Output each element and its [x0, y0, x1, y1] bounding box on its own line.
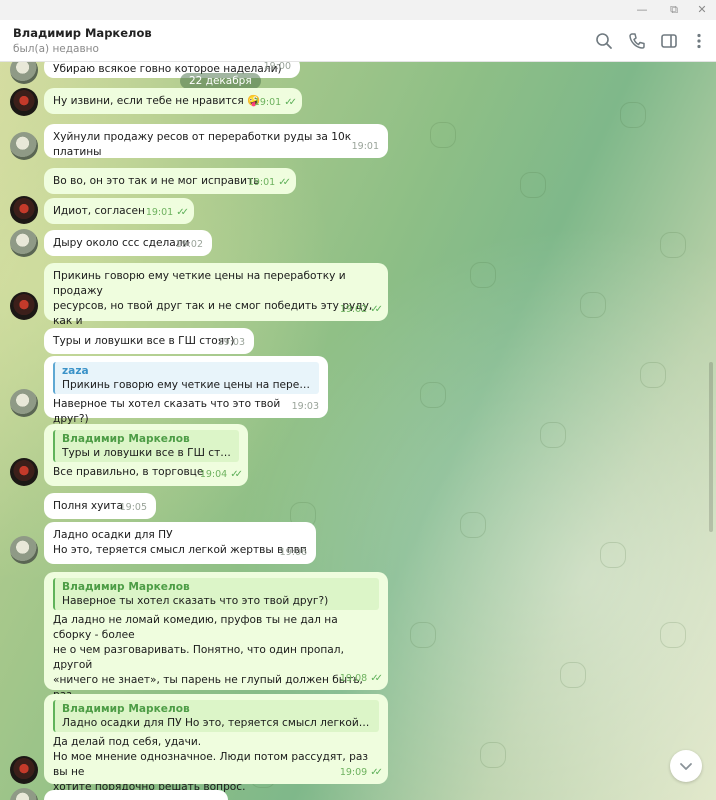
read-check-icon: ✓✓	[230, 469, 243, 480]
message-time: 19:05	[119, 502, 147, 513]
message-time: 19:09 ✓✓	[339, 767, 383, 778]
chat-history[interactable]: Убираю всякое говно которое наделали) 19…	[0, 62, 716, 800]
maximize-button[interactable]: ⧉	[664, 2, 684, 18]
avatar[interactable]	[10, 88, 38, 116]
message-bubble[interactable]: Хуйнули продажу ресов от переработки руд…	[44, 124, 388, 158]
reply-author: Владимир Маркелов	[62, 433, 190, 445]
message-time: 19:02 ✓✓	[339, 304, 383, 315]
read-check-icon: ✓✓	[278, 177, 291, 188]
message-time: 19:02	[175, 239, 203, 250]
chat-header[interactable]: Владимир Маркелов был(а) недавно	[0, 20, 716, 62]
message-time: 19:01	[351, 141, 379, 152]
reply-quote[interactable]: Владимир Маркелов Наверное ты хотел сказ…	[53, 578, 379, 610]
message-bubble[interactable]: Владимир Маркелов Наверное ты хотел сказ…	[44, 572, 388, 746]
read-check-icon: ✓✓	[176, 207, 189, 218]
phone-icon[interactable]	[627, 31, 647, 51]
message-time: 19:06	[279, 547, 307, 558]
avatar[interactable]	[10, 132, 38, 160]
message-time: 19:00	[263, 62, 291, 72]
message-time: 19:03	[291, 401, 319, 412]
window-titlebar: — ⧉ ✕	[0, 0, 716, 20]
message-bubble[interactable]: Убираю всякое говно которое наделали) 19…	[44, 62, 300, 78]
message-bubble[interactable]: Полня хуита 19:05	[44, 493, 156, 519]
message-bubble[interactable]: Во во, он это так и не мог исправить 19:…	[44, 168, 296, 194]
message-bubble[interactable]	[44, 790, 228, 800]
avatar[interactable]	[10, 389, 38, 417]
message-bubble[interactable]: Дыру около ссс сделали 19:02	[44, 230, 212, 256]
contact-status: был(а) недавно	[13, 43, 99, 55]
avatar[interactable]	[10, 756, 38, 784]
avatar[interactable]	[10, 292, 38, 320]
reply-quote[interactable]: Владимир Маркелов Ладно осадки для ПУ Но…	[53, 700, 379, 732]
minimize-button[interactable]: —	[632, 2, 652, 18]
message-bubble[interactable]: Владимир Маркелов Туры и ловушки все в Г…	[44, 424, 248, 486]
message-bubble[interactable]: zaza Прикинь говорю ему четкие цены на п…	[44, 356, 328, 425]
sidebar-panel-icon[interactable]	[659, 31, 679, 51]
reply-text: Туры и ловушки все в ГШ стоят)	[62, 447, 232, 459]
message-text: Туры и ловушки все в ГШ стоят)	[53, 335, 235, 347]
message-time: 19:03	[217, 337, 245, 348]
read-check-icon: ✓✓	[370, 304, 383, 315]
message-bubble[interactable]: Туры и ловушки все в ГШ стоят) 19:03	[44, 328, 254, 354]
message-bubble[interactable]: Прикинь говорю ему четкие цены на перера…	[44, 263, 388, 342]
chat-scrollbar[interactable]	[709, 362, 713, 532]
search-icon[interactable]	[594, 31, 614, 51]
read-check-icon: ✓✓	[370, 673, 383, 684]
reply-author: zaza	[62, 365, 89, 377]
close-button[interactable]: ✕	[692, 2, 712, 18]
message-bubble[interactable]: Идиот, согласен 19:01 ✓✓	[44, 198, 194, 224]
read-check-icon: ✓✓	[284, 97, 297, 108]
message-time: 19:08 ✓✓	[339, 673, 383, 684]
read-check-icon: ✓✓	[370, 767, 383, 778]
message-text: Да делай под себя, удачи. Но мое мнение …	[53, 736, 368, 793]
message-bubble[interactable]: Ну извини, если тебе не нравится 🤪 19:01…	[44, 88, 302, 114]
message-time: 19:01 ✓✓	[247, 177, 291, 188]
more-vertical-icon[interactable]	[689, 31, 709, 51]
reply-quote[interactable]: Владимир Маркелов Туры и ловушки все в Г…	[53, 430, 239, 462]
reply-author: Владимир Маркелов	[62, 703, 190, 715]
message-time: 19:04 ✓✓	[199, 469, 243, 480]
reply-text: Ладно осадки для ПУ Но это, теряется смы…	[62, 717, 372, 729]
reply-text: Прикинь говорю ему четкие цены на перера…	[62, 379, 312, 391]
avatar[interactable]	[10, 536, 38, 564]
scroll-to-bottom-button[interactable]	[670, 750, 702, 782]
message-time: 19:01 ✓✓	[253, 97, 297, 108]
avatar[interactable]	[10, 458, 38, 486]
contact-name[interactable]: Владимир Маркелов	[13, 26, 152, 40]
reply-quote[interactable]: zaza Прикинь говорю ему четкие цены на п…	[53, 362, 319, 394]
chevron-down-icon	[680, 763, 692, 770]
avatar[interactable]	[10, 229, 38, 257]
reply-author: Владимир Маркелов	[62, 581, 190, 593]
message-text: Хуйнули продажу ресов от переработки руд…	[53, 131, 355, 158]
date-separator: 22 декабря	[180, 73, 261, 89]
message-text: Наверное ты хотел сказать что это твой д…	[53, 398, 284, 425]
message-bubble[interactable]: Владимир Маркелов Ладно осадки для ПУ Но…	[44, 694, 388, 793]
avatar[interactable]	[10, 196, 38, 224]
message-text: Ладно осадки для ПУ Но это, теряется смы…	[53, 529, 307, 556]
reply-text: Наверное ты хотел сказать что это твой д…	[62, 595, 329, 607]
message-time: 19:01 ✓✓	[145, 207, 189, 218]
message-bubble[interactable]: Ладно осадки для ПУ Но это, теряется смы…	[44, 522, 316, 564]
